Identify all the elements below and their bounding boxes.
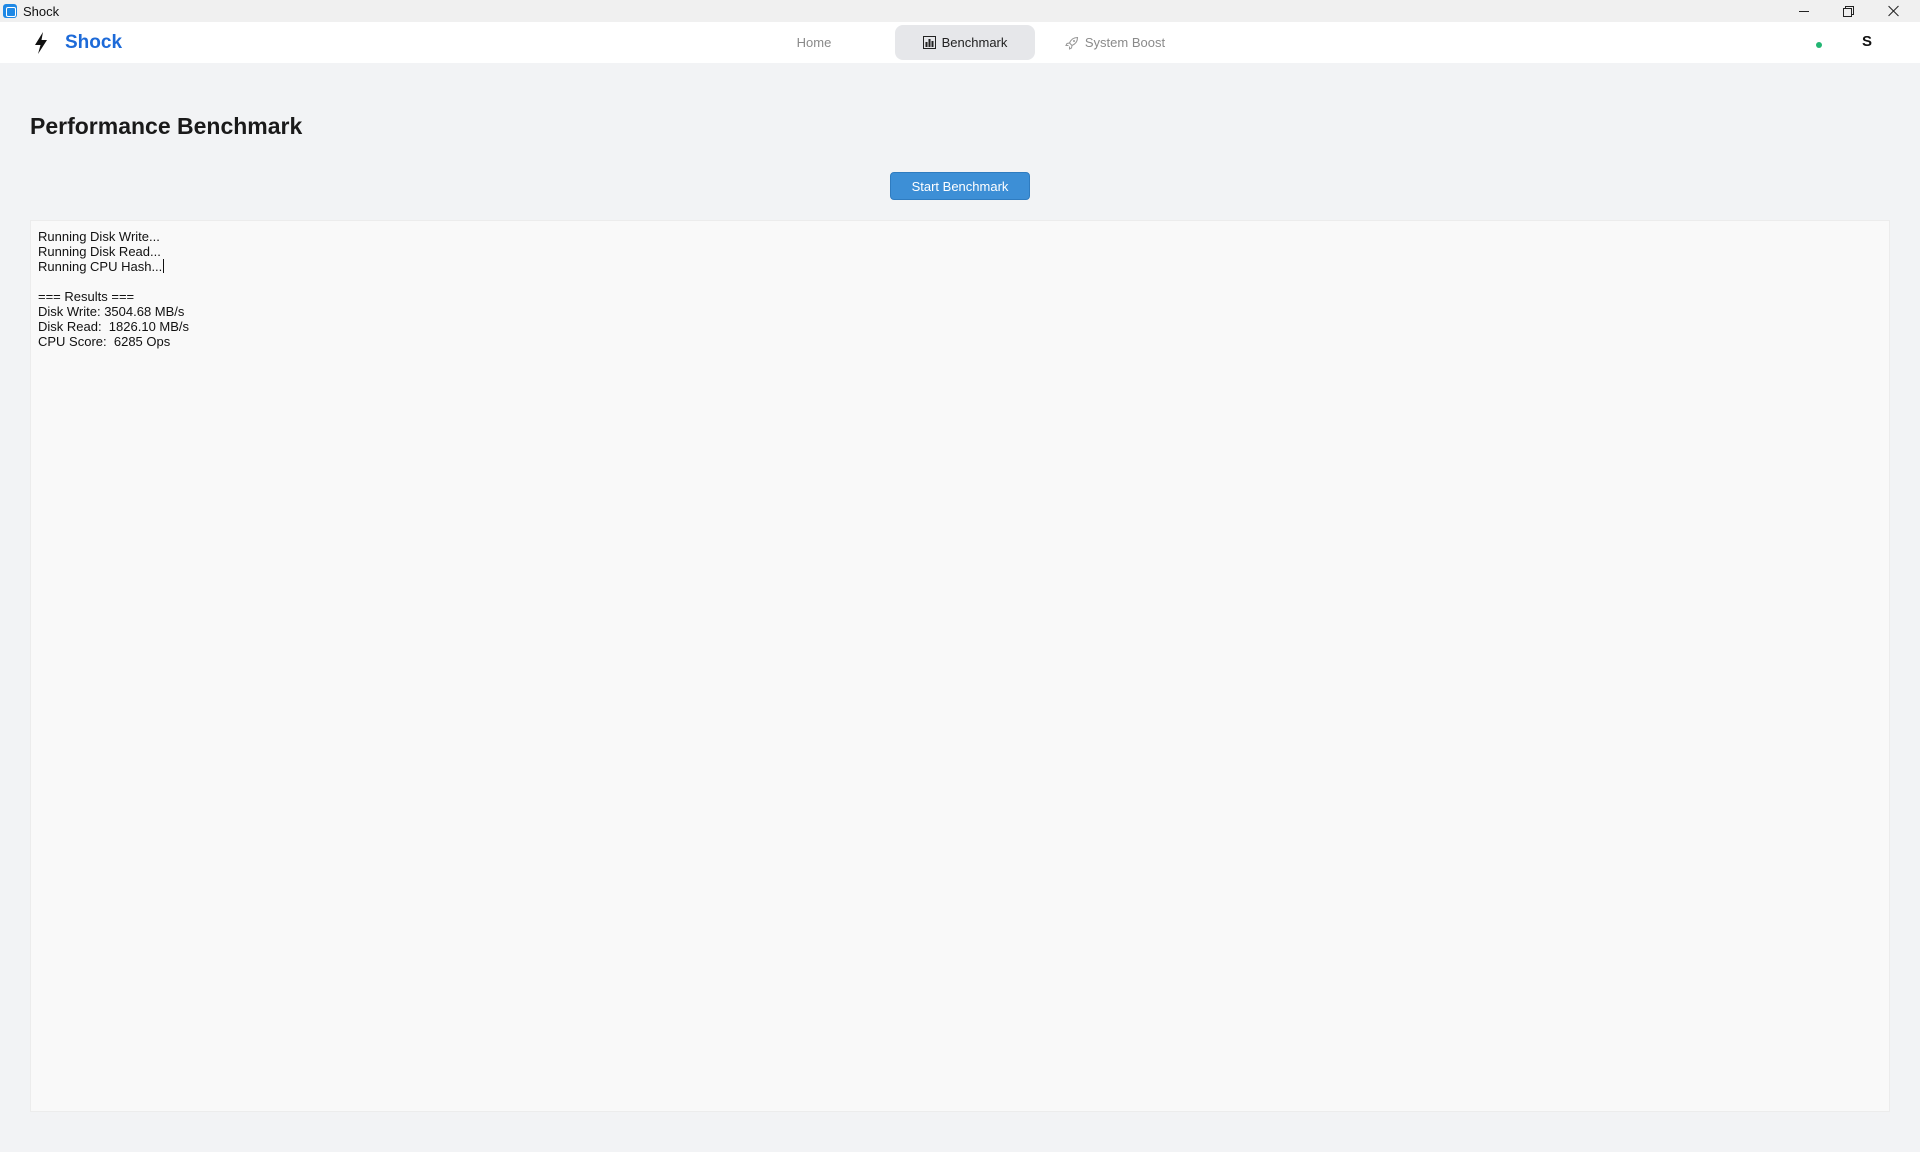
window-title-bar: Shock [0, 0, 1920, 22]
close-button[interactable] [1872, 0, 1916, 22]
benchmark-output-panel[interactable]: Running Disk Write... Running Disk Read.… [30, 220, 1890, 1112]
page-title: Performance Benchmark [30, 113, 303, 139]
output-line: Running CPU Hash... [38, 259, 1882, 274]
start-benchmark-button[interactable]: Start Benchmark [890, 172, 1030, 200]
close-icon [1888, 5, 1900, 17]
status-indicator [1816, 42, 1822, 48]
tab-benchmark[interactable]: Benchmark [895, 25, 1035, 60]
tab-system-boost-label: System Boost [1084, 35, 1166, 50]
output-line: CPU Score: 6285 Ops [38, 334, 171, 349]
bar-chart-icon [922, 36, 936, 49]
output-line-text: Running CPU Hash... [38, 259, 163, 274]
app-header: Shock Home Benchmark System Boost S [0, 22, 1920, 63]
output-line: Disk Write: 3504.68 MB/s [38, 304, 185, 319]
output-line: Running Disk Read... [38, 244, 161, 259]
app-icon [3, 4, 17, 18]
output-line: Disk Read: 1826.10 MB/s [38, 319, 190, 334]
output-line: === Results === [38, 289, 135, 304]
tab-benchmark-label: Benchmark [941, 35, 1008, 50]
tab-home-label: Home [796, 35, 832, 50]
text-caret [163, 259, 165, 273]
tab-system-boost[interactable]: System Boost [1050, 25, 1180, 60]
brand-name[interactable]: Shock [65, 32, 122, 54]
restore-icon [1843, 6, 1854, 17]
user-avatar[interactable]: S [1862, 33, 1872, 50]
rocket-icon [1065, 36, 1078, 50]
output-line: Running Disk Write... [38, 229, 160, 244]
maximize-button[interactable] [1826, 0, 1870, 22]
lightning-bolt-icon [35, 32, 47, 54]
minimize-button[interactable] [1782, 0, 1826, 22]
window-title: Shock [23, 4, 60, 19]
tab-home[interactable]: Home [760, 25, 868, 60]
